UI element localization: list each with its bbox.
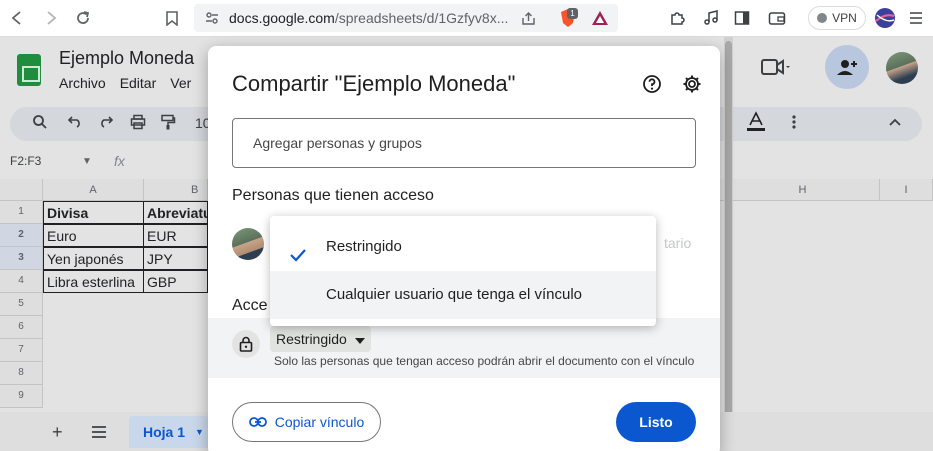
general-access-dropdown: Restringido Cualquier usuario que tenga … (270, 216, 656, 326)
row-header-6[interactable]: 6 (0, 316, 43, 339)
share-page-icon[interactable] (519, 9, 537, 27)
copy-link-label: Copiar vínculo (274, 414, 365, 430)
url-text: docs.google.com/spreadsheets/d/1Gzfyv8x.… (229, 10, 508, 26)
name-box-dropdown-icon[interactable]: ▼ (82, 156, 92, 167)
sheet-tab-hoja1[interactable]: Hoja 1 ▼ (129, 416, 209, 448)
column-header-h[interactable]: H (720, 179, 880, 201)
shields-badge: 1 (567, 8, 578, 19)
sidebar-icon[interactable] (733, 9, 751, 27)
row-header-2[interactable]: 2 (0, 224, 43, 247)
redo-icon[interactable] (98, 114, 114, 132)
owner-role-label: tario (664, 235, 692, 251)
url-path: /spreadsheets/d/1Gzfyv8x... (334, 10, 509, 26)
meet-icon[interactable] (760, 57, 790, 82)
sheet-tab-menu-icon[interactable]: ▼ (195, 416, 204, 448)
cell-b2[interactable]: EUR (143, 224, 208, 247)
row-header-8[interactable]: 8 (0, 362, 43, 385)
fx-icon: fx (114, 153, 125, 169)
vpn-label: VPN (832, 11, 857, 25)
share-person-add-icon[interactable] (825, 45, 869, 89)
print-icon[interactable] (130, 114, 146, 134)
people-with-access-title: Personas que tienen acceso (232, 187, 434, 204)
row-header-4[interactable]: 4 (0, 270, 43, 293)
all-sheets-icon[interactable] (91, 425, 107, 443)
menu-archivo[interactable]: Archivo (59, 75, 106, 91)
dialog-title: Compartir "Ejemplo Moneda" (232, 71, 516, 96)
address-bar[interactable]: docs.google.com/spreadsheets/d/1Gzfyv8x.… (194, 4, 618, 32)
cell-b1[interactable]: Abreviatu (143, 201, 208, 224)
link-icon (248, 414, 267, 430)
vertical-scrollbar[interactable] (724, 37, 733, 451)
brave-rewards-icon[interactable] (591, 9, 609, 27)
media-icon[interactable] (702, 9, 720, 27)
copy-link-button[interactable]: Copiar vínculo (232, 402, 381, 442)
document-title[interactable]: Ejemplo Moneda (59, 48, 194, 69)
column-header-i[interactable]: I (880, 179, 933, 201)
more-options-icon[interactable] (792, 114, 796, 134)
wallet-icon[interactable] (768, 9, 786, 27)
sheet-tab-label: Hoja 1 (143, 424, 186, 440)
column-header-a[interactable]: A (43, 179, 144, 201)
vpn-status-icon (817, 13, 828, 23)
menu-bar: Archivo Editar Ver (59, 75, 191, 91)
cell-a1[interactable]: Divisa (43, 201, 144, 224)
menu-editar[interactable]: Editar (120, 75, 157, 91)
undo-icon[interactable] (67, 114, 83, 132)
dropdown-option-anyone-label: Cualquier usuario que tenga el vínculo (326, 286, 583, 303)
back-icon[interactable] (8, 9, 26, 27)
cell-a3[interactable]: Yen japonés (43, 247, 144, 270)
search-menus-icon[interactable] (32, 114, 48, 134)
user-avatar[interactable] (886, 52, 918, 84)
cell-a2[interactable]: Euro (43, 224, 144, 247)
site-settings-icon[interactable] (203, 9, 221, 27)
done-button[interactable]: Listo (616, 402, 696, 442)
cell-b3[interactable]: JPY (143, 247, 208, 270)
browser-menu-icon[interactable] (907, 9, 925, 27)
collapse-toolbar-icon[interactable] (888, 114, 902, 131)
caret-down-icon (354, 326, 365, 352)
dropdown-option-restricted-label: Restringido (326, 238, 402, 255)
column-header-b[interactable]: B (144, 179, 208, 201)
general-access-value: Restringido (276, 331, 347, 347)
cell-b4[interactable]: GBP (143, 270, 208, 293)
settings-gear-icon[interactable] (682, 74, 702, 94)
browser-toolbar: docs.google.com/spreadsheets/d/1Gzfyv8x.… (0, 0, 933, 37)
select-all-corner[interactable] (0, 179, 43, 201)
general-access-select[interactable]: Restringido (270, 326, 371, 352)
sheets-logo-icon[interactable] (17, 54, 41, 86)
help-icon[interactable] (642, 74, 662, 94)
vpn-button[interactable]: VPN (808, 6, 866, 30)
brave-shields-icon[interactable]: 1 (558, 8, 578, 28)
general-access-description: Solo las personas que tengan acceso podr… (274, 354, 695, 368)
menu-ver[interactable]: Ver (170, 75, 191, 91)
dropdown-option-restricted[interactable]: Restringido (270, 223, 656, 271)
cell-a4[interactable]: Libra esterlina (43, 270, 144, 293)
forward-icon[interactable] (42, 9, 60, 27)
reload-icon[interactable] (74, 9, 92, 27)
dropdown-option-anyone-with-link[interactable]: Cualquier usuario que tenga el vínculo (270, 271, 656, 319)
row-header-1[interactable]: 1 (0, 201, 43, 224)
add-people-input[interactable]: Agregar personas y grupos (232, 118, 696, 168)
row-header-3[interactable]: 3 (0, 247, 43, 270)
profile-avatar[interactable] (873, 6, 897, 30)
check-icon (288, 237, 308, 262)
url-host: docs.google.com (229, 10, 335, 26)
name-box[interactable]: F2:F3 (10, 154, 41, 168)
general-access-row: Restringido Solo las personas que tengan… (208, 318, 720, 378)
row-header-7[interactable]: 7 (0, 339, 43, 362)
lock-icon (232, 330, 260, 358)
row-header-9[interactable]: 9 (0, 385, 43, 408)
owner-avatar (232, 228, 264, 260)
general-access-title: Acce (232, 297, 268, 314)
paint-format-icon[interactable] (160, 114, 176, 134)
row-header-5[interactable]: 5 (0, 293, 43, 316)
add-sheet-icon[interactable]: + (52, 422, 63, 443)
text-color-icon[interactable] (746, 111, 766, 137)
bookmark-icon[interactable] (163, 9, 181, 27)
extensions-icon[interactable] (668, 9, 686, 27)
